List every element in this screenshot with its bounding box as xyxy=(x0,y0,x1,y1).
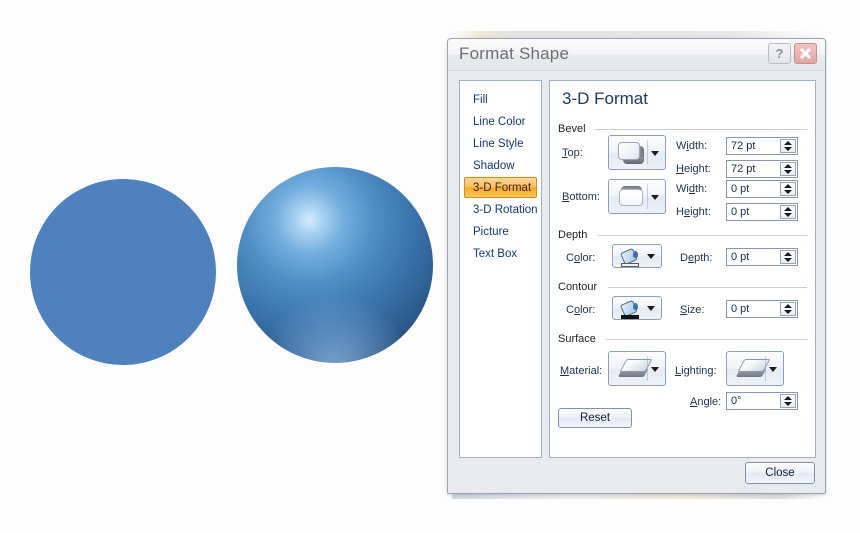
contour-size-stepper[interactable] xyxy=(780,302,796,316)
beveled-sphere-shape[interactable] xyxy=(237,167,433,363)
angle-stepper[interactable] xyxy=(780,394,796,408)
depth-group-label: Depth xyxy=(558,229,593,241)
chevron-down-icon xyxy=(651,194,659,200)
help-button[interactable]: ? xyxy=(768,43,791,64)
bevel-bottom-width-stepper[interactable] xyxy=(780,182,796,196)
bevel-top-label: Top: xyxy=(562,147,583,159)
chevron-down-icon xyxy=(647,254,655,259)
close-icon xyxy=(799,47,812,60)
bevel-top-height-stepper[interactable] xyxy=(780,162,796,176)
bevel-bottom-height-label: Height: xyxy=(676,206,711,218)
category-sidebar: Fill Line Color Line Style Shadow 3-D Fo… xyxy=(459,80,542,458)
contour-group-divider xyxy=(608,287,807,288)
sidebar-item-3d-rotation[interactable]: 3-D Rotation xyxy=(464,199,538,220)
bevel-top-height-label: Height: xyxy=(676,163,711,175)
question-mark-icon: ? xyxy=(775,46,784,61)
contour-color-label: Color: xyxy=(566,304,596,316)
close-button[interactable]: Close xyxy=(745,462,815,484)
depth-color-label: Color: xyxy=(566,252,596,264)
depth-group-divider xyxy=(598,235,807,236)
bevel-top-height-input[interactable]: 72 pt xyxy=(726,160,798,178)
depth-value: 0 pt xyxy=(731,251,750,263)
bevel-top-preview-button[interactable] xyxy=(608,135,666,170)
bevel-bottom-width-label: Width: xyxy=(676,183,708,195)
reset-button[interactable]: Reset xyxy=(558,408,632,428)
bevel-bottom-height-stepper[interactable] xyxy=(780,205,796,219)
depth-color-picker-button[interactable] xyxy=(612,244,662,268)
dialog-body: Fill Line Color Line Style Shadow 3-D Fo… xyxy=(448,70,825,493)
angle-value: 0° xyxy=(731,395,742,407)
dialog-title: Format Shape xyxy=(459,44,570,63)
sidebar-item-line-color[interactable]: Line Color xyxy=(464,111,537,132)
chevron-down-icon xyxy=(769,366,777,372)
contour-size-label: Size: xyxy=(680,304,705,316)
format-shape-dialog: Format Shape ? Fill Line Color Line Styl… xyxy=(447,38,826,494)
surface-group-label: Surface xyxy=(558,333,601,345)
lighting-picker-button[interactable] xyxy=(726,351,784,386)
panel-heading: 3-D Format xyxy=(562,89,648,108)
close-window-button[interactable] xyxy=(794,43,817,64)
bevel-bottom-height-input[interactable]: 0 pt xyxy=(726,203,798,221)
bevel-bottom-label: Bottom: xyxy=(562,191,600,203)
bevel-bottom-height-value: 0 pt xyxy=(731,206,750,218)
depth-stepper[interactable] xyxy=(780,250,796,264)
sidebar-item-fill[interactable]: Fill xyxy=(464,89,537,110)
paint-bucket-icon xyxy=(619,299,640,319)
surface-group-divider xyxy=(606,339,807,340)
bevel-group-divider xyxy=(594,129,807,130)
bevel-bottom-preview-button[interactable] xyxy=(608,179,666,214)
dialog-titlebar[interactable]: Format Shape ? xyxy=(448,39,825,71)
bevel-top-icon xyxy=(618,142,644,164)
sidebar-item-picture[interactable]: Picture xyxy=(464,221,537,242)
chevron-down-icon xyxy=(651,366,659,372)
3d-format-panel: 3-D Format Bevel Top: Width: 72 pt Heigh… xyxy=(549,80,816,458)
sidebar-item-shadow[interactable]: Shadow xyxy=(464,155,537,176)
bevel-top-width-stepper[interactable] xyxy=(780,139,796,153)
bevel-top-width-label: Width: xyxy=(676,140,708,152)
bevel-bottom-width-input[interactable]: 0 pt xyxy=(726,180,798,198)
contour-color-picker-button[interactable] xyxy=(612,296,662,320)
material-label: Material: xyxy=(560,365,603,377)
bevel-top-width-input[interactable]: 72 pt xyxy=(726,137,798,155)
depth-value-label: Depth: xyxy=(680,252,713,264)
contour-size-input[interactable]: 0 pt xyxy=(726,300,798,318)
bevel-group-label: Bevel xyxy=(558,123,591,135)
bevel-bottom-width-value: 0 pt xyxy=(731,183,750,195)
slide-canvas: Format Shape ? Fill Line Color Line Styl… xyxy=(0,0,860,533)
contour-group-label: Contour xyxy=(558,281,603,293)
bevel-top-width-value: 72 pt xyxy=(731,140,756,152)
lighting-label: Lighting: xyxy=(675,365,717,377)
bevel-top-height-value: 72 pt xyxy=(731,163,756,175)
contour-size-value: 0 pt xyxy=(731,303,750,315)
flat-circle-shape[interactable] xyxy=(30,179,216,365)
angle-input[interactable]: 0° xyxy=(726,392,798,410)
chevron-down-icon xyxy=(651,150,659,156)
material-picker-button[interactable] xyxy=(608,351,666,386)
depth-input[interactable]: 0 pt xyxy=(726,248,798,266)
angle-label: Angle: xyxy=(690,396,722,408)
sidebar-item-3d-format[interactable]: 3-D Format xyxy=(464,177,537,198)
sidebar-item-text-box[interactable]: Text Box xyxy=(464,243,537,264)
bevel-bottom-icon xyxy=(618,186,644,207)
chevron-down-icon xyxy=(647,306,655,311)
sidebar-item-line-style[interactable]: Line Style xyxy=(464,133,537,154)
paint-bucket-icon xyxy=(619,247,640,267)
